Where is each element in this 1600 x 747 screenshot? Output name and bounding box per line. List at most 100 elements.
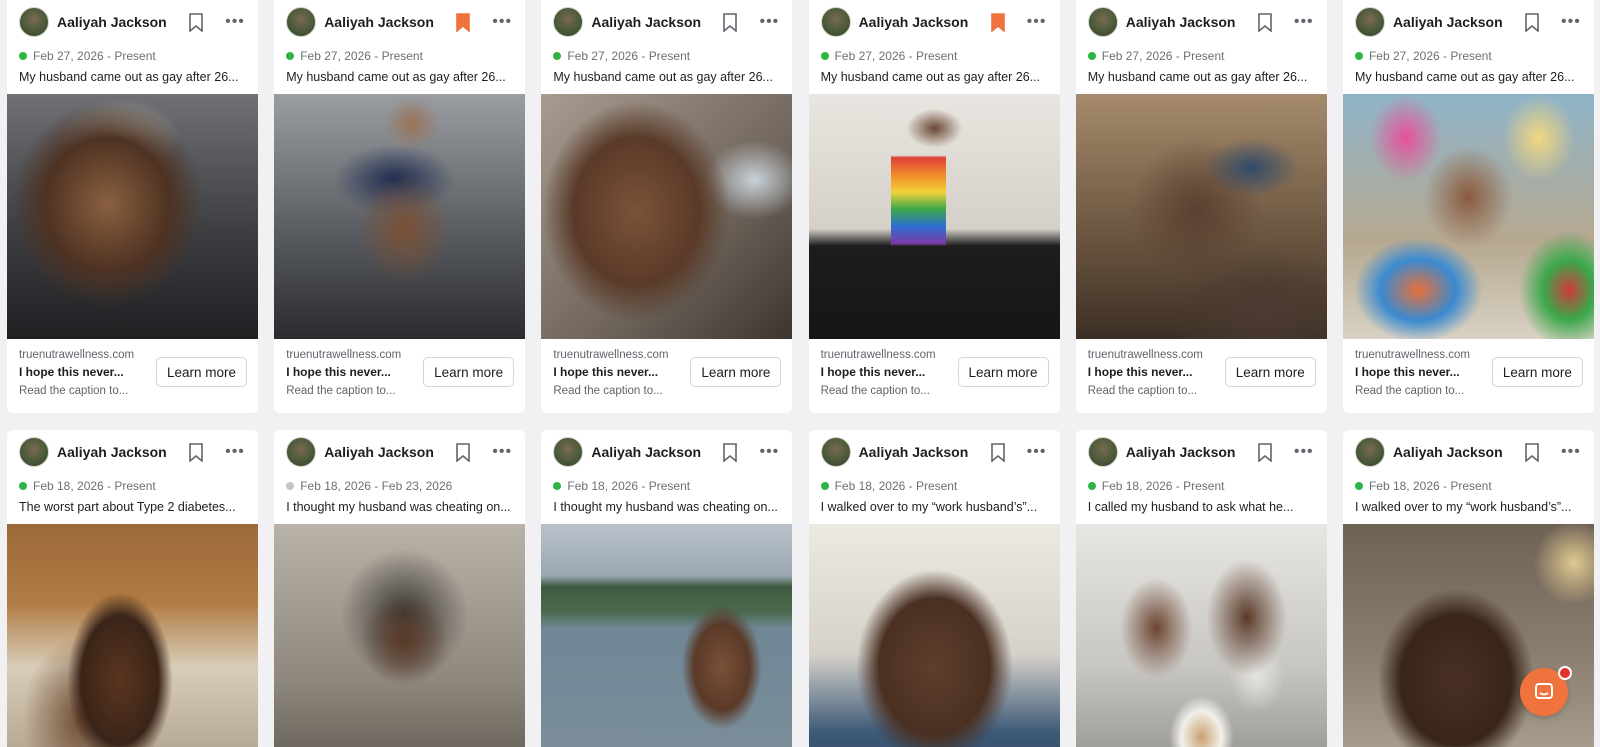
ad-card[interactable]: Aaliyah Jackson ••• Feb 27, 2026 - Prese… [7, 0, 258, 413]
bookmark-icon[interactable] [188, 12, 204, 32]
ad-card[interactable]: Aaliyah Jackson ••• Feb 18, 2026 - Prese… [1075, 430, 1327, 747]
ad-domain[interactable]: truenutrawellness.com [1355, 347, 1492, 363]
avatar[interactable] [286, 437, 317, 467]
advertiser-name[interactable]: Aaliyah Jackson [859, 444, 990, 460]
advertiser-name[interactable]: Aaliyah Jackson [859, 14, 990, 30]
bookmark-icon[interactable] [722, 442, 738, 462]
more-options-icon[interactable]: ••• [491, 444, 513, 460]
more-options-icon[interactable]: ••• [491, 14, 513, 30]
learn-more-button[interactable]: Learn more [1491, 357, 1583, 387]
advertiser-name[interactable]: Aaliyah Jackson [591, 14, 722, 30]
more-options-icon[interactable]: ••• [758, 14, 780, 30]
ad-grid-row-1: Aaliyah Jackson ••• Feb 27, 2026 - Prese… [7, 0, 1594, 413]
run-dates: Feb 18, 2026 - Present [809, 474, 1060, 498]
bookmark-filled-icon[interactable] [455, 12, 471, 32]
active-status-dot [1087, 52, 1096, 60]
bookmark-icon[interactable] [1524, 12, 1540, 32]
advertiser-name[interactable]: Aaliyah Jackson [324, 444, 455, 460]
ad-card[interactable]: Aaliyah Jackson ••• Feb 27, 2026 - Prese… [274, 0, 526, 413]
ad-image[interactable] [808, 94, 1060, 339]
learn-more-button[interactable]: Learn more [690, 357, 782, 387]
date-range: Feb 18, 2026 - Present [1101, 479, 1225, 493]
more-options-icon[interactable]: ••• [1560, 14, 1582, 30]
ad-footer: truenutrawellness.com I hope this never.… [274, 339, 525, 407]
avatar[interactable] [19, 7, 49, 37]
more-options-icon[interactable]: ••• [1293, 444, 1315, 460]
date-range: Feb 18, 2026 - Present [834, 479, 958, 493]
ad-card[interactable]: Aaliyah Jackson ••• Feb 18, 2026 - Prese… [541, 430, 793, 747]
advertiser-name[interactable]: Aaliyah Jackson [1393, 14, 1524, 30]
ad-subtext: Read the caption to... [1087, 385, 1198, 397]
more-options-icon[interactable]: ••• [1026, 14, 1048, 30]
ad-image[interactable] [1342, 524, 1594, 747]
bookmark-icon[interactable] [455, 442, 471, 462]
bookmark-icon[interactable] [188, 442, 204, 462]
ad-image[interactable] [1342, 94, 1594, 339]
ad-card[interactable]: Aaliyah Jackson ••• Feb 27, 2026 - Prese… [1075, 0, 1327, 413]
date-range: Feb 27, 2026 - Present [1101, 49, 1225, 63]
ad-domain[interactable]: truenutrawellness.com [553, 347, 690, 363]
advertiser-name[interactable]: Aaliyah Jackson [591, 444, 722, 460]
avatar[interactable] [1354, 7, 1385, 37]
ad-image[interactable] [541, 94, 793, 339]
bookmark-icon[interactable] [990, 442, 1006, 462]
run-dates: Feb 27, 2026 - Present [809, 44, 1060, 68]
avatar[interactable] [1087, 7, 1118, 37]
advertiser-name[interactable]: Aaliyah Jackson [1126, 14, 1257, 30]
notification-badge [1558, 666, 1572, 680]
more-options-icon[interactable]: ••• [1026, 444, 1048, 460]
ad-domain[interactable]: truenutrawellness.com [286, 347, 423, 363]
avatar[interactable] [1354, 437, 1385, 467]
avatar[interactable] [19, 437, 49, 467]
advertiser-name[interactable]: Aaliyah Jackson [57, 14, 188, 30]
ad-image[interactable] [808, 524, 1060, 747]
bookmark-icon[interactable] [1257, 442, 1273, 462]
ad-image[interactable] [7, 94, 258, 339]
ad-image[interactable] [1075, 94, 1327, 339]
ad-image[interactable] [274, 524, 526, 747]
ad-card[interactable]: Aaliyah Jackson ••• Feb 27, 2026 - Prese… [541, 0, 793, 413]
more-options-icon[interactable]: ••• [224, 444, 246, 460]
avatar[interactable] [553, 437, 584, 467]
ad-domain[interactable]: truenutrawellness.com [821, 347, 958, 363]
more-options-icon[interactable]: ••• [1560, 444, 1582, 460]
ad-image[interactable] [541, 524, 793, 747]
ad-card[interactable]: Aaliyah Jackson ••• Feb 27, 2026 - Prese… [808, 0, 1060, 413]
ad-image[interactable] [1075, 524, 1327, 747]
more-options-icon[interactable]: ••• [224, 14, 246, 30]
ad-image[interactable] [274, 94, 526, 339]
ad-domain[interactable]: truenutrawellness.com [19, 347, 156, 363]
advertiser-name[interactable]: Aaliyah Jackson [57, 444, 188, 460]
bookmark-icon[interactable] [1524, 442, 1540, 462]
avatar[interactable] [553, 7, 584, 37]
advertiser-name[interactable]: Aaliyah Jackson [1393, 444, 1524, 460]
advertiser-name[interactable]: Aaliyah Jackson [1126, 444, 1257, 460]
ad-headline: I hope this never... [19, 365, 124, 379]
more-options-icon[interactable]: ••• [758, 444, 780, 460]
learn-more-button[interactable]: Learn more [423, 357, 515, 387]
bookmark-icon[interactable] [1257, 12, 1273, 32]
avatar[interactable] [820, 7, 851, 37]
ad-image[interactable] [7, 524, 258, 747]
ad-caption: I called my husband to ask what he... [1087, 500, 1294, 514]
ad-card[interactable]: Aaliyah Jackson ••• Feb 18, 2026 - Prese… [808, 430, 1060, 747]
ad-caption: My husband came out as gay after 26... [553, 70, 773, 84]
avatar[interactable] [286, 7, 317, 37]
bookmark-filled-icon[interactable] [990, 12, 1006, 32]
learn-more-button[interactable]: Learn more [1224, 357, 1316, 387]
avatar[interactable] [1087, 437, 1118, 467]
ad-caption: I thought my husband was cheating on... [286, 500, 511, 514]
learn-more-button[interactable]: Learn more [957, 357, 1049, 387]
learn-more-button[interactable]: Learn more [155, 357, 247, 387]
ad-card[interactable]: Aaliyah Jackson ••• Feb 18, 2026 - Prese… [7, 430, 258, 747]
advertiser-name[interactable]: Aaliyah Jackson [324, 14, 455, 30]
card-header: Aaliyah Jackson ••• [274, 0, 525, 44]
ad-card[interactable]: Aaliyah Jackson ••• Feb 18, 2026 - Feb 2… [274, 430, 526, 747]
active-status-dot [286, 52, 295, 60]
avatar[interactable] [820, 437, 851, 467]
ad-caption: My husband came out as gay after 26... [820, 70, 1041, 84]
bookmark-icon[interactable] [722, 12, 738, 32]
ad-domain[interactable]: truenutrawellness.com [1088, 347, 1225, 363]
more-options-icon[interactable]: ••• [1293, 14, 1315, 30]
ad-card[interactable]: Aaliyah Jackson ••• Feb 27, 2026 - Prese… [1342, 0, 1594, 413]
